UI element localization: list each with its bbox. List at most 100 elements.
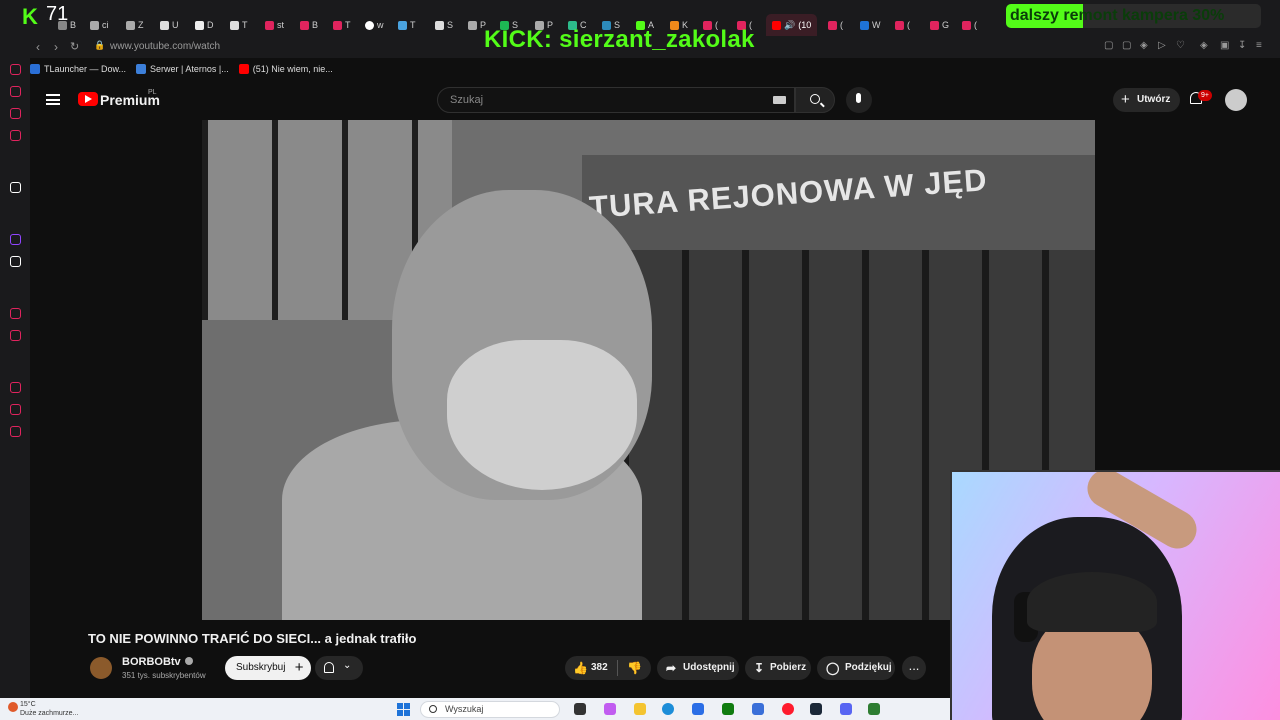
youtube-icon [238, 64, 249, 74]
browser-tab[interactable]: ( [828, 14, 843, 36]
thanks-icon: ◯ [826, 661, 840, 675]
search-button[interactable] [795, 87, 835, 113]
video-title: TO NIE POWINNO TRAFIĆ DO SIECI... a jedn… [88, 631, 417, 646]
windows-taskbar: 15°C Duże zachmurze... Wyszukaj [0, 698, 950, 720]
like-dislike-group: 👍 382 👎 [565, 656, 651, 680]
x-icon[interactable] [10, 256, 21, 267]
bookmark-tlauncher[interactable]: TLauncher — Dow... [30, 64, 126, 74]
microphone-button[interactable] [846, 87, 872, 113]
bookmark-aternos[interactable]: Serwer | Aternos |... [136, 64, 229, 74]
notification-bell-button[interactable]: ⌄ [315, 656, 363, 680]
create-button[interactable]: + Utwórz [1113, 88, 1181, 112]
thumb-up-icon[interactable]: 👍 [573, 656, 588, 680]
search-icon [810, 94, 820, 104]
browser-tab[interactable]: T [230, 14, 248, 36]
steam-icon[interactable] [810, 703, 822, 715]
webcam-cap [1027, 572, 1157, 632]
shield-icon[interactable]: ◈ [1140, 40, 1148, 51]
avatar[interactable] [1225, 89, 1247, 111]
browser-tab[interactable]: Z [126, 14, 144, 36]
browser-tab[interactable]: w [365, 14, 384, 36]
browser-tab[interactable]: D [195, 14, 214, 36]
history-icon[interactable] [10, 64, 21, 75]
share-button[interactable]: ➦ Udostępnij [657, 656, 739, 680]
url-text[interactable]: www.youtube.com/watch [110, 41, 220, 52]
settings-icon[interactable] [10, 426, 21, 437]
player-icon[interactable] [10, 308, 21, 319]
xbox-icon[interactable] [722, 703, 734, 715]
plus-icon: + [1121, 91, 1130, 108]
app-icon[interactable] [868, 703, 880, 715]
forward-icon[interactable]: › [54, 40, 58, 54]
kick-logo: K [22, 4, 38, 29]
cube-icon[interactable] [10, 404, 21, 415]
bookmark-youtube[interactable]: (51) Nie wiem, nie... [238, 64, 333, 74]
keyboard-icon[interactable] [773, 96, 786, 104]
video-person-beard [447, 340, 637, 490]
windows-start-icon[interactable] [397, 703, 410, 716]
browser-tab[interactable]: B [300, 14, 318, 36]
menu-icon[interactable] [46, 94, 60, 105]
screenshot-icon[interactable]: ▢ [1122, 40, 1131, 51]
menu-icon[interactable]: ≡ [1256, 40, 1262, 51]
wallet-icon[interactable] [10, 330, 21, 341]
browser-tab[interactable]: ci [90, 14, 109, 36]
verified-icon [184, 657, 193, 665]
edge-icon[interactable] [662, 703, 674, 715]
copilot-icon[interactable] [604, 703, 616, 715]
thanks-button[interactable]: ◯ Podziękuj [817, 656, 895, 680]
task-view-icon[interactable] [574, 703, 586, 715]
heart-icon[interactable]: ♡ [1176, 40, 1185, 51]
viewer-count: 71 [46, 3, 69, 25]
channel-name[interactable]: BORBOBtv [122, 656, 193, 668]
bag-icon[interactable] [10, 86, 21, 97]
browser-tab-active[interactable]: 🔊 (10 [766, 14, 818, 36]
like-count[interactable]: 382 [591, 656, 608, 680]
browser-tab[interactable]: T [398, 14, 416, 36]
temperature: 15°C [20, 701, 36, 708]
clock-icon[interactable] [10, 382, 21, 393]
lock-icon: 🔒 [94, 40, 106, 50]
download-button[interactable]: ↧ Pobierz [745, 656, 811, 680]
browser-tab[interactable]: ( [962, 14, 977, 36]
app-icon[interactable] [752, 703, 764, 715]
tlauncher-icon [30, 64, 40, 74]
browser-tab[interactable]: T [333, 14, 351, 36]
reload-icon[interactable]: ↻ [70, 40, 79, 53]
weather-widget[interactable]: 15°C Duże zachmurze... [20, 700, 78, 718]
browser-sidebar [0, 58, 30, 698]
messages-icon[interactable] [10, 108, 21, 119]
browser-tab[interactable]: U [160, 14, 179, 36]
weather-description: Duże zachmurze... [20, 710, 79, 717]
store-icon[interactable] [692, 703, 704, 715]
plus-icon: + [294, 659, 304, 676]
share-icon: ➦ [666, 661, 677, 675]
twitch-icon[interactable] [10, 234, 21, 245]
browser-tab[interactable]: W [860, 14, 881, 36]
subscribe-button[interactable]: Subskrybuj + [225, 656, 312, 680]
browser-tab[interactable]: S [435, 14, 453, 36]
browser-tab[interactable]: ( [895, 14, 910, 36]
download-icon: ↧ [754, 661, 765, 675]
extensions-icon[interactable]: ◈ [1200, 40, 1208, 51]
taskbar-search-input[interactable]: Wyszukaj [420, 701, 560, 718]
youtube-logo-icon[interactable] [78, 92, 98, 106]
browser-tab[interactable]: G [930, 14, 949, 36]
browser-tab[interactable]: st [265, 14, 284, 36]
region-label: PL [148, 89, 157, 96]
more-actions-button[interactable]: ... [902, 656, 926, 680]
file-explorer-icon[interactable] [634, 703, 646, 715]
pin-icon[interactable]: ▢ [1104, 40, 1113, 51]
music-icon[interactable] [10, 130, 21, 141]
channel-avatar[interactable] [90, 657, 112, 679]
search-input[interactable]: Szukaj [437, 87, 795, 113]
discord-icon[interactable] [840, 703, 852, 715]
play-icon[interactable]: ▷ [1158, 40, 1166, 51]
wallet-icon[interactable]: ▣ [1220, 40, 1229, 51]
thumb-down-icon[interactable]: 👎 [627, 656, 642, 680]
back-icon[interactable]: ‹ [36, 40, 40, 54]
app-icon[interactable] [10, 182, 21, 193]
opera-icon[interactable] [782, 703, 794, 715]
speaker-icon: 🔊 [784, 19, 796, 30]
download-icon[interactable]: ↧ [1238, 40, 1246, 51]
